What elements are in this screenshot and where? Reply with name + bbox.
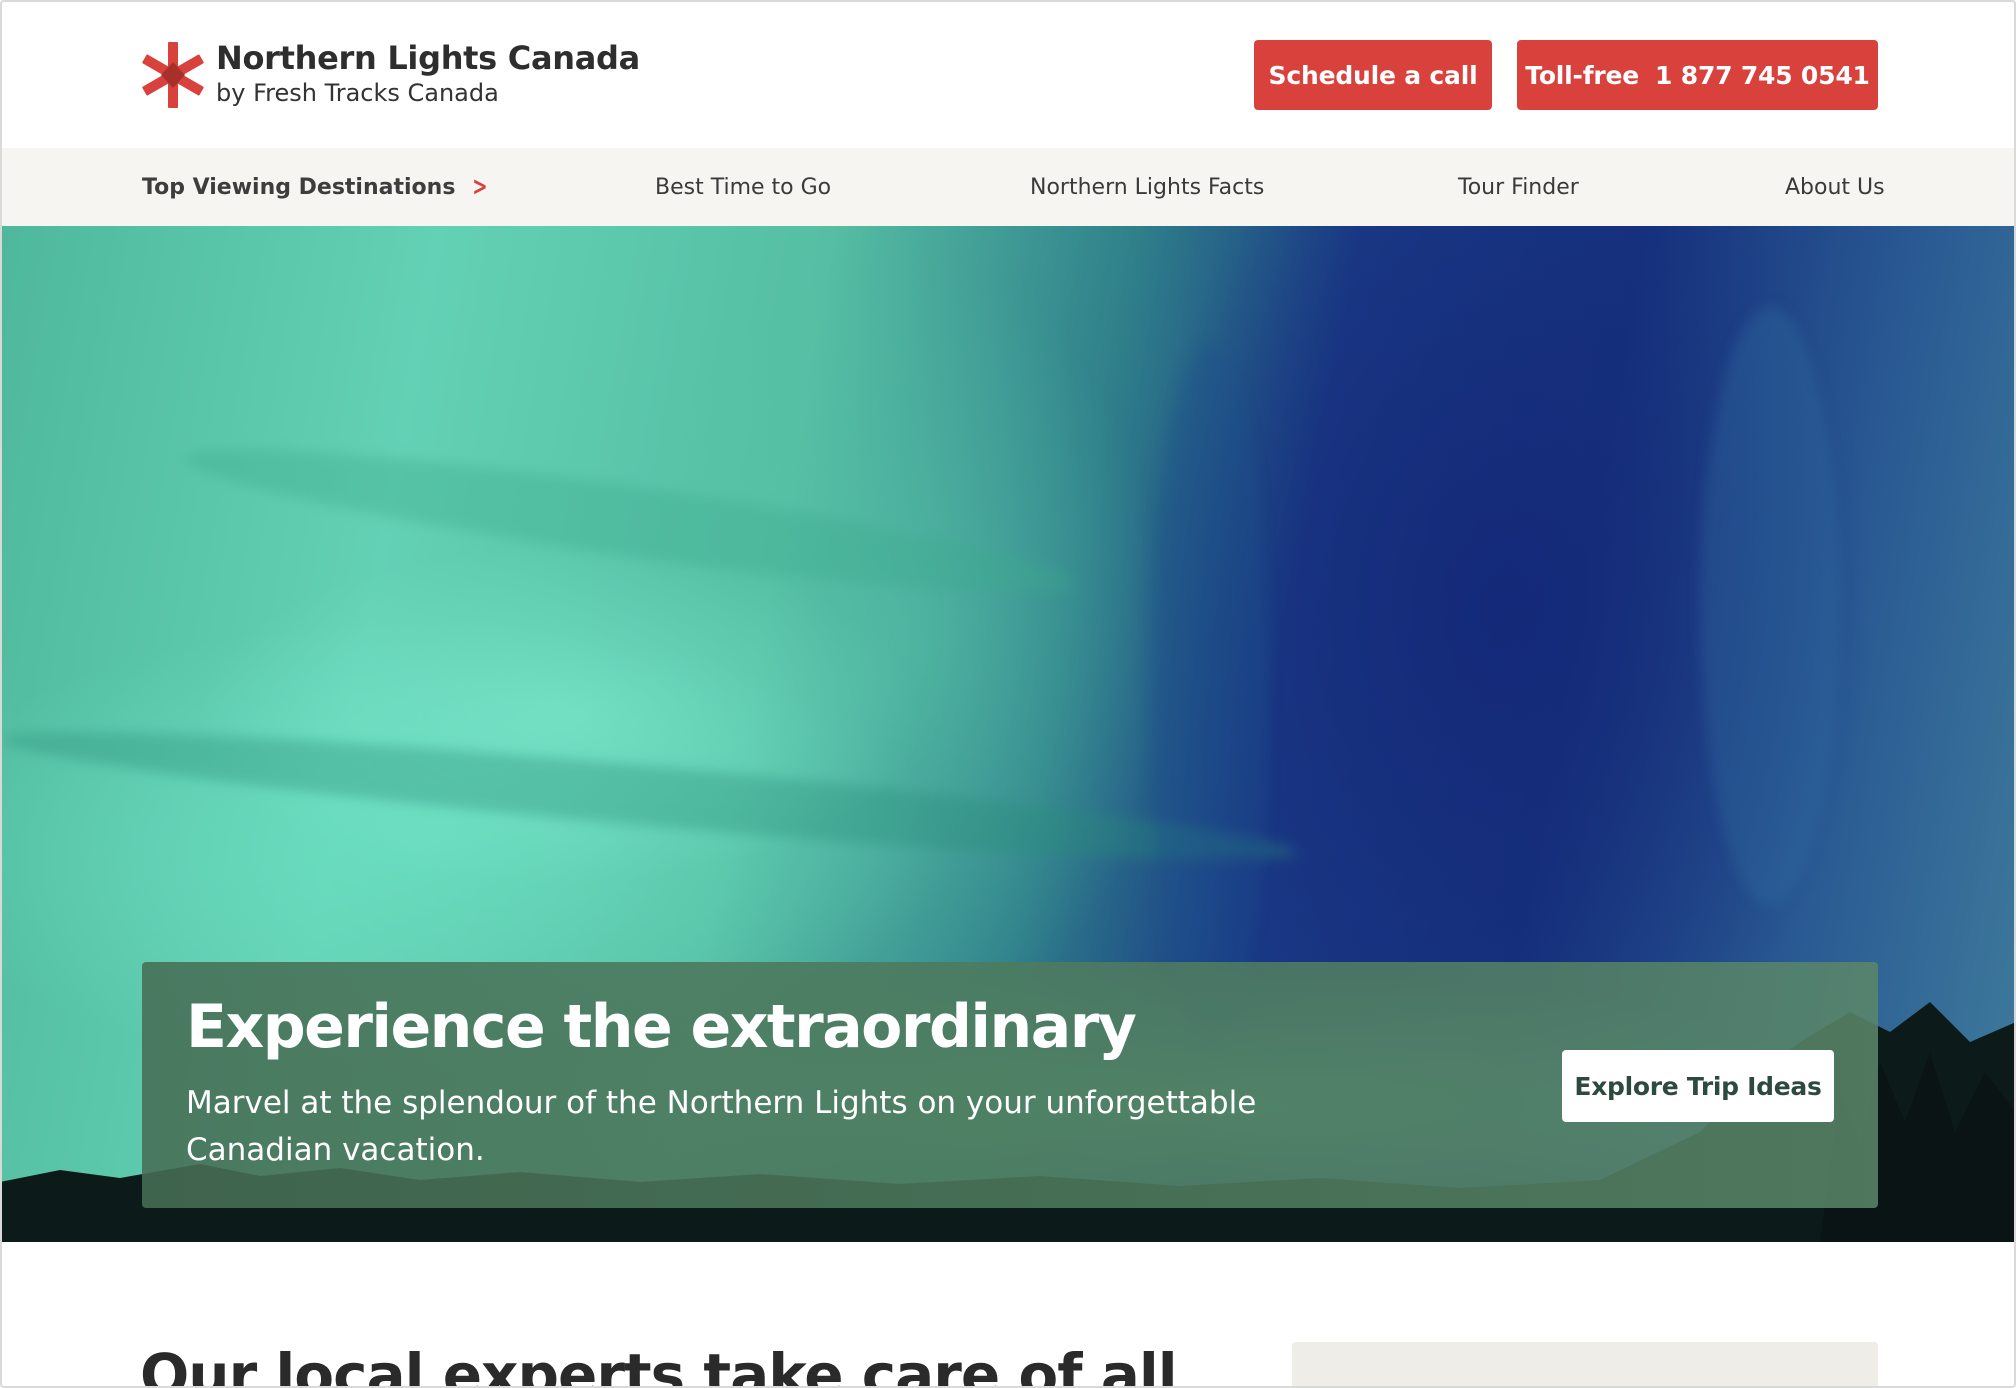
chevron-right-icon: >	[472, 172, 488, 202]
hero-card: Experience the extraordinary Marvel at t…	[142, 962, 1878, 1208]
nav-item-northern-lights-facts[interactable]: Northern Lights Facts	[1030, 148, 1264, 226]
hero-title: Experience the extraordinary	[186, 992, 1137, 1062]
nav-item-tour-finder[interactable]: Tour Finder	[1458, 148, 1579, 226]
site-logo[interactable]: Northern Lights Canada by Fresh Tracks C…	[140, 38, 640, 110]
main-nav: Top Viewing Destinations > Best Time to …	[0, 148, 2016, 226]
nav-item-top-viewing-destinations[interactable]: Top Viewing Destinations >	[142, 148, 491, 226]
tollfree-number: 1 877 745 0541	[1655, 60, 1870, 90]
nav-item-best-time-to-go[interactable]: Best Time to Go	[655, 148, 831, 226]
tollfree-call-button[interactable]: Toll-free 1 877 745 0541	[1517, 40, 1878, 110]
section-heading: Our local experts take care of all	[140, 1341, 1178, 1388]
explore-trip-ideas-button[interactable]: Explore Trip Ideas	[1562, 1050, 1834, 1122]
tollfree-label: Toll-free	[1525, 60, 1640, 90]
site-header: Northern Lights Canada by Fresh Tracks C…	[0, 0, 2016, 148]
schedule-call-button[interactable]: Schedule a call	[1254, 40, 1492, 110]
sidebar-panel	[1292, 1342, 1878, 1388]
hero-text: Marvel at the splendour of the Northern …	[186, 1085, 1257, 1168]
nav-item-label: Top Viewing Destinations	[142, 174, 456, 200]
logo-subtitle: by Fresh Tracks Canada	[216, 79, 499, 107]
nav-item-about-us[interactable]: About Us	[1785, 148, 1885, 226]
maple-asterisk-icon	[142, 42, 204, 108]
logo-title: Northern Lights Canada	[216, 39, 640, 77]
